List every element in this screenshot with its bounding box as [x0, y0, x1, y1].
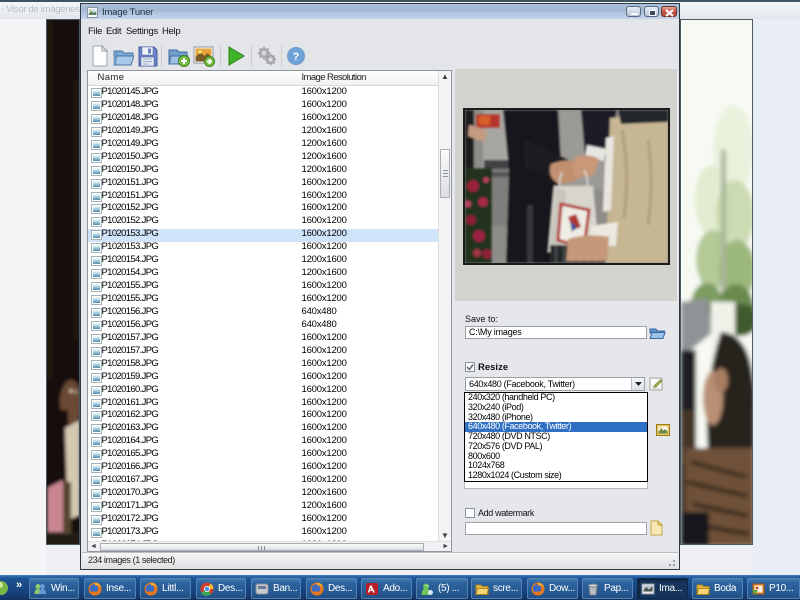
- svg-text:?: ?: [293, 51, 300, 63]
